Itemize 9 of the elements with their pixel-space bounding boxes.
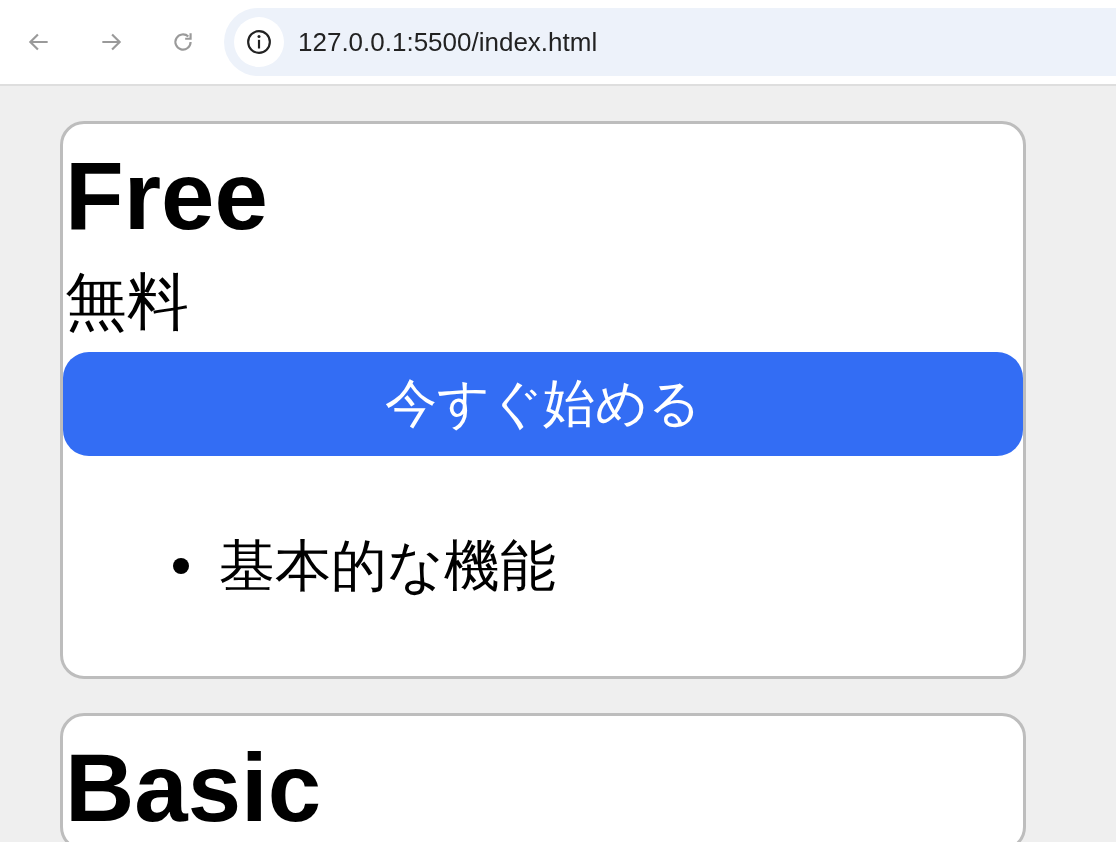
feature-item: 基本的な機能 <box>219 533 556 599</box>
bullet-icon <box>173 558 189 574</box>
url-text: 127.0.0.1:5500/index.html <box>298 26 598 58</box>
plan-price: 無料 <box>65 266 190 338</box>
address-bar[interactable]: 127.0.0.1:5500/index.html <box>224 8 1116 76</box>
plan-name: Basic <box>65 733 323 842</box>
start-button[interactable]: 今すぐ始める <box>63 352 1023 456</box>
plan-name: Free <box>65 141 269 251</box>
info-icon[interactable] <box>246 29 272 55</box>
